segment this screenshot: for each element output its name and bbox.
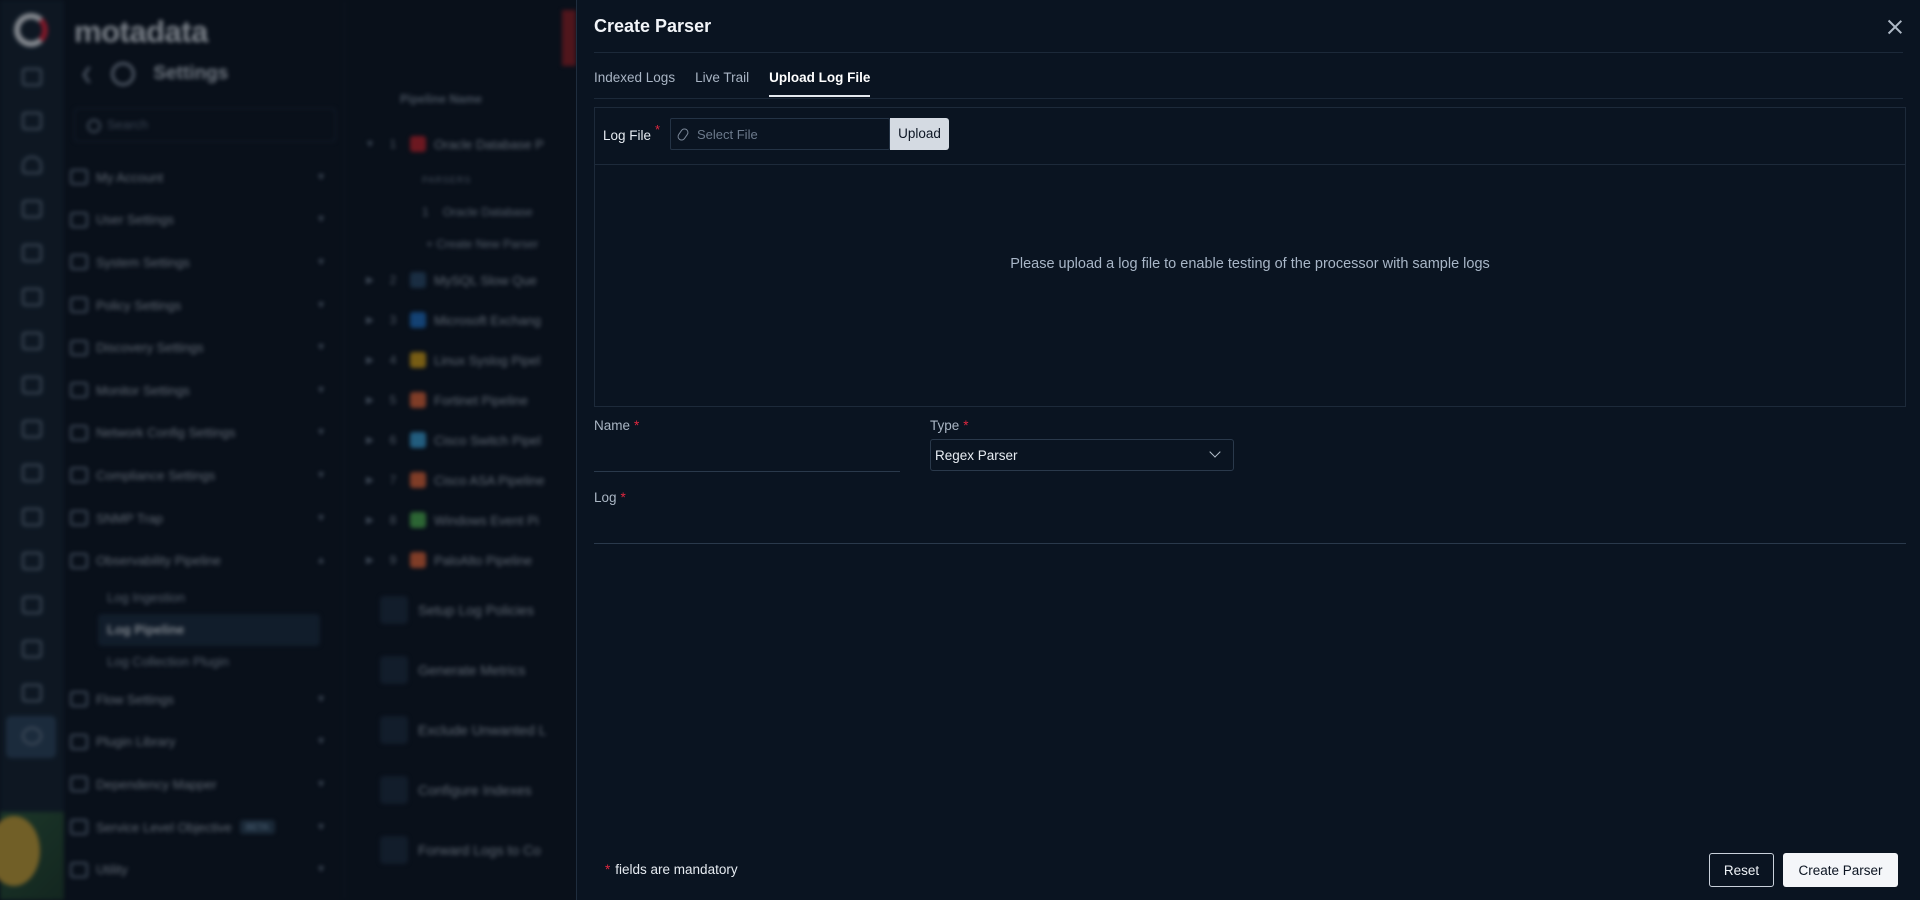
required-asterisk: * xyxy=(605,862,611,877)
type-label: Type * xyxy=(930,418,969,433)
create-parser-button[interactable]: Create Parser xyxy=(1783,853,1898,887)
upload-empty-message: Please upload a log file to enable testi… xyxy=(1010,256,1490,272)
tabs-divider xyxy=(594,98,1903,99)
required-asterisk: * xyxy=(634,418,640,433)
upload-button[interactable]: Upload xyxy=(890,118,949,150)
select-file-placeholder: Select File xyxy=(697,127,758,142)
upload-panel: Log File * Select File Upload Please upl… xyxy=(594,107,1906,407)
required-asterisk: * xyxy=(620,490,626,505)
name-input[interactable] xyxy=(594,440,900,472)
close-icon[interactable] xyxy=(1882,14,1908,40)
type-selected-value: Regex Parser xyxy=(935,448,1018,463)
paperclip-icon xyxy=(675,126,691,143)
required-asterisk: * xyxy=(655,122,661,137)
chevron-down-icon xyxy=(1209,446,1221,458)
log-input[interactable] xyxy=(594,512,1906,544)
type-select[interactable]: Regex Parser xyxy=(930,439,1234,471)
parser-source-tabs: Indexed Logs Live Trail Upload Log File xyxy=(594,70,871,97)
tab-indexed-logs[interactable]: Indexed Logs xyxy=(594,70,675,97)
name-label: Name * xyxy=(594,418,640,433)
required-asterisk: * xyxy=(963,418,969,433)
drawer-title: Create Parser xyxy=(594,16,712,36)
mandatory-note: * fields are mandatory xyxy=(605,862,738,877)
log-label: Log * xyxy=(594,490,626,505)
reset-button[interactable]: Reset xyxy=(1709,853,1774,887)
create-parser-drawer: Create Parser Indexed Logs Live Trail Up… xyxy=(576,0,1920,900)
tab-live-trail[interactable]: Live Trail xyxy=(695,70,749,97)
header-divider xyxy=(594,52,1903,53)
upload-row: Log File * Select File Upload xyxy=(595,108,1905,165)
tab-upload-log-file[interactable]: Upload Log File xyxy=(769,70,871,97)
log-file-label: Log File xyxy=(603,128,652,143)
select-file-input[interactable]: Select File xyxy=(670,118,890,150)
